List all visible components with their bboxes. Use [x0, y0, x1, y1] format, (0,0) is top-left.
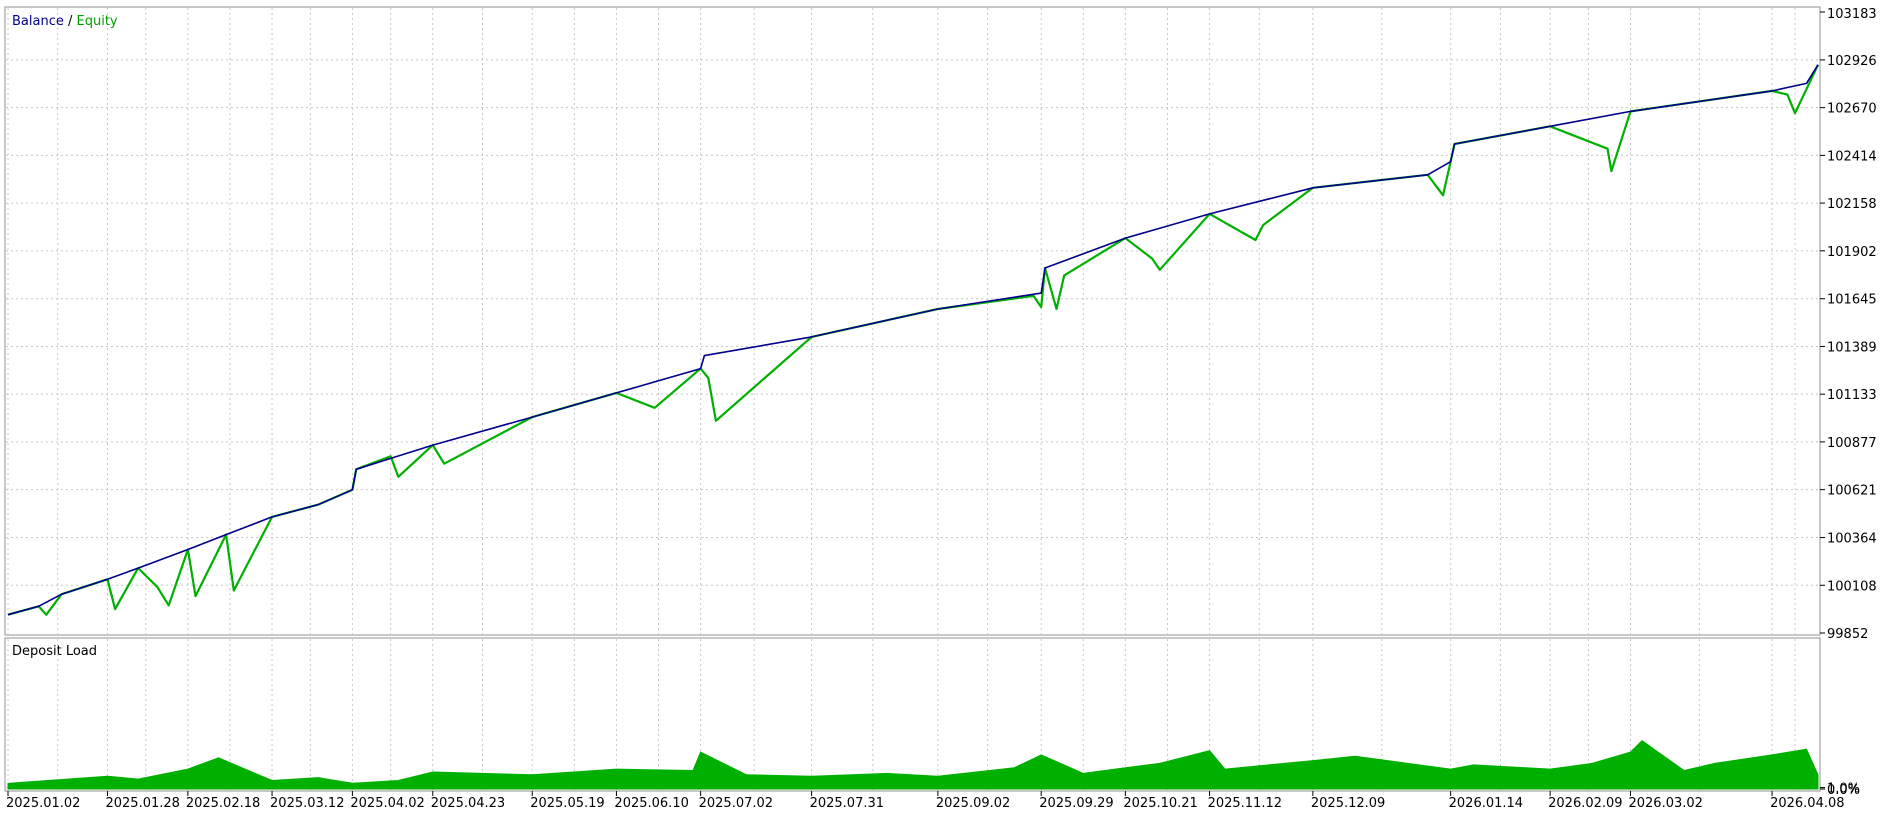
y-tick-label: 102158 — [1827, 197, 1877, 212]
x-tick-label: 2025.01.02 — [6, 796, 80, 811]
x-tick-label: 2025.12.09 — [1311, 796, 1385, 811]
x-tick-label: 2025.05.19 — [530, 796, 604, 811]
x-tick-label: 2025.10.21 — [1123, 796, 1197, 811]
y-tick-label: 101902 — [1827, 245, 1877, 260]
y-tick-label: 102414 — [1827, 149, 1877, 164]
deposit-load-panel — [4, 637, 1821, 792]
x-tick-label: 2025.03.12 — [270, 796, 344, 811]
x-tick-label: 2025.09.29 — [1039, 796, 1113, 811]
x-tick-label: 2025.02.18 — [186, 796, 260, 811]
y-tick-label: 101389 — [1827, 340, 1877, 355]
y-tick-label: 102926 — [1827, 54, 1877, 69]
y-tick-label: 100364 — [1827, 532, 1877, 547]
x-tick-label: 2025.04.23 — [431, 796, 505, 811]
load-y-tick-label: 0.0% — [1827, 783, 1860, 798]
chart-window: 2025.01.02 2025.01.28 2025.02.18 2025.03.12… — [0, 0, 1882, 814]
balance-equity-panel — [4, 6, 1821, 636]
legend-separator: / — [64, 14, 77, 29]
x-tick-label: 2025.04.02 — [350, 796, 424, 811]
y-tick-label: 100621 — [1827, 484, 1877, 499]
y-tick-label: 101133 — [1827, 388, 1877, 403]
y-tick-label: 102670 — [1827, 102, 1877, 117]
y-tick-label: 100108 — [1827, 579, 1877, 594]
chart-canvas: 2025.01.02 2025.01.28 2025.02.18 2025.03.12… — [0, 0, 1882, 814]
x-tick-label: 2026.03.02 — [1628, 796, 1702, 811]
y-tick-label: 99852 — [1827, 627, 1868, 642]
x-tick-label: 2025.06.10 — [614, 796, 688, 811]
x-tick-label: 2025.01.28 — [105, 796, 179, 811]
x-tick-label: 2026.04.08 — [1770, 796, 1844, 811]
y-tick-label: 100877 — [1827, 436, 1877, 451]
y-tick-label: 103183 — [1827, 7, 1877, 22]
legend-equity: Equity — [77, 14, 118, 29]
chart-legend: Balance / Equity — [12, 14, 118, 29]
x-tick-label: 2025.09.02 — [936, 796, 1010, 811]
x-tick-label: 2026.01.14 — [1449, 796, 1523, 811]
x-tick-label: 2026.02.09 — [1548, 796, 1622, 811]
legend-balance: Balance — [12, 14, 64, 29]
x-tick-label: 2025.07.02 — [699, 796, 773, 811]
x-tick-label: 2025.07.31 — [810, 796, 884, 811]
x-tick-label: 2025.11.12 — [1208, 796, 1282, 811]
deposit-load-title: Deposit Load — [12, 644, 97, 659]
y-tick-label: 101645 — [1827, 293, 1877, 308]
